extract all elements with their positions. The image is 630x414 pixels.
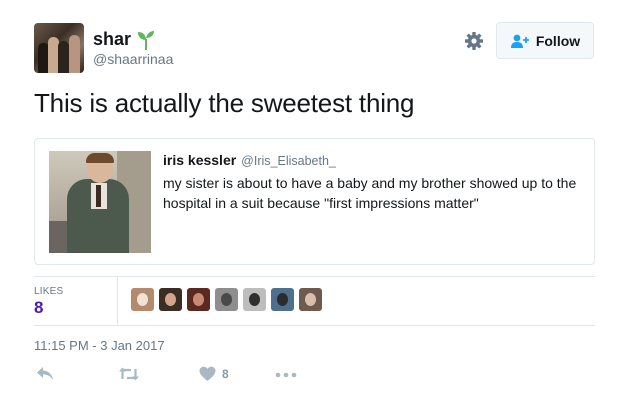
quoted-author-name: iris kessler: [163, 152, 237, 168]
follow-label: Follow: [535, 32, 581, 49]
stats-divider-top: [34, 276, 595, 277]
likes-label[interactable]: LIKES: [34, 286, 63, 297]
tweet-text: This is actually the sweetest thing: [34, 88, 415, 118]
reply-icon: [37, 367, 53, 380]
liker-avatar[interactable]: [187, 288, 210, 311]
liker-avatar[interactable]: [215, 288, 238, 311]
liker-avatar[interactable]: [243, 288, 266, 311]
like-button[interactable]: 8: [199, 366, 229, 382]
display-name[interactable]: shar: [93, 29, 131, 50]
reply-button[interactable]: [36, 366, 54, 382]
liker-avatar[interactable]: [271, 288, 294, 311]
quoted-author-handle: @Iris_Elisabeth_: [241, 154, 336, 168]
more-button[interactable]: [275, 372, 297, 378]
quoted-tweet-photo[interactable]: [49, 151, 151, 253]
tweet-timestamp[interactable]: 11:15 PM - 3 Jan 2017: [34, 338, 165, 353]
retweet-icon: [119, 367, 139, 381]
sprout-icon: [138, 30, 155, 50]
liker-avatar[interactable]: [299, 288, 322, 311]
stats-divider-bottom: [34, 325, 595, 326]
user-name-row: shar: [93, 29, 155, 50]
stats-divider-vertical: [117, 276, 118, 326]
follow-button[interactable]: Follow: [496, 22, 594, 59]
likers-avatars: [131, 288, 327, 311]
like-count: 8: [222, 367, 229, 381]
retweet-button[interactable]: [118, 366, 140, 382]
gear-icon[interactable]: [464, 31, 484, 51]
heart-icon: [199, 366, 216, 381]
quoted-tweet[interactable]: iris kessler @Iris_Elisabeth_ my sister …: [34, 138, 595, 265]
user-avatar[interactable]: [34, 23, 84, 73]
likes-count[interactable]: 8: [34, 298, 43, 318]
user-handle[interactable]: @shaarrinaa: [93, 51, 173, 67]
quoted-tweet-text: my sister is about to have a baby and my…: [163, 175, 577, 211]
liker-avatar[interactable]: [159, 288, 182, 311]
liker-avatar[interactable]: [131, 288, 154, 311]
quoted-tweet-header: iris kessler @Iris_Elisabeth_: [163, 152, 336, 168]
tweet-card: shar @shaarrinaa Follow This is actually…: [0, 0, 630, 414]
more-dots-icon: [275, 372, 297, 378]
add-user-icon: [510, 34, 529, 48]
